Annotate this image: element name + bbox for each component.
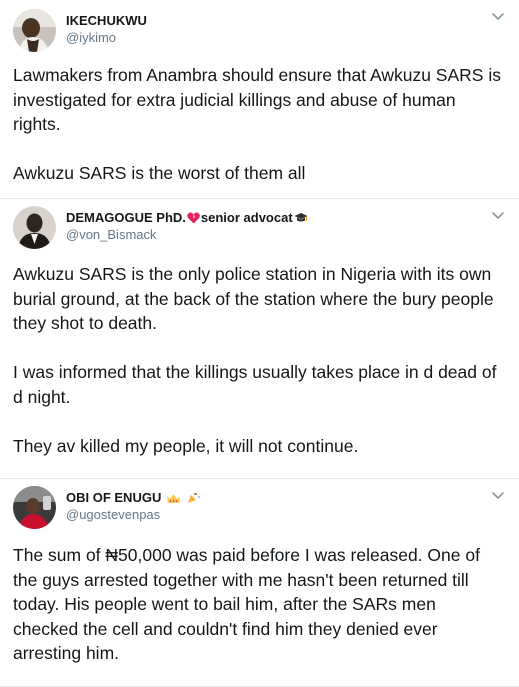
display-name-suffix: senior advocat xyxy=(200,210,293,225)
tweet-paragraph: Awkuzu SARS is the only police station i… xyxy=(13,264,494,333)
handle[interactable]: @iykimo xyxy=(66,29,147,46)
tweet-paragraph: Lawmakers from Anambra should ensure tha… xyxy=(13,65,501,134)
avatar[interactable] xyxy=(13,206,56,249)
tweet-2: DEMAGOGUE PhD. senior advocat @von_Bisma… xyxy=(0,199,519,479)
display-name-text: OBI OF ENUGU xyxy=(66,490,162,505)
graduation-cap-icon xyxy=(294,213,308,222)
chevron-down-icon[interactable] xyxy=(491,12,505,22)
display-name[interactable]: DEMAGOGUE PhD. senior advocat xyxy=(66,209,309,226)
tweet-paragraph: They av killed my people, it will not co… xyxy=(13,435,359,456)
chevron-down-icon[interactable] xyxy=(491,211,505,221)
chevron-down-icon[interactable] xyxy=(491,491,505,501)
handle[interactable]: @von_Bismack xyxy=(66,226,309,243)
party-popper-icon xyxy=(187,492,200,503)
tweet-3: OBI OF ENUGU @ugostevenpas The sum of ₦5… xyxy=(0,479,519,687)
display-name[interactable]: IKECHUKWU xyxy=(66,12,147,29)
tweet-1: IKECHUKWU @iykimo Lawmakers from Anambra… xyxy=(0,0,519,199)
tweet-text: The sum of ₦50,000 was paid before I was… xyxy=(13,543,505,666)
crown-icon xyxy=(166,494,180,503)
handle[interactable]: @ugostevenpas xyxy=(66,506,201,523)
tweet-paragraph: I was informed that the killings usually… xyxy=(13,362,497,407)
display-name[interactable]: OBI OF ENUGU xyxy=(66,489,201,506)
tweet-text: Lawmakers from Anambra should ensure tha… xyxy=(13,63,505,186)
tweet-text: Awkuzu SARS is the only police station i… xyxy=(13,262,505,458)
broken-heart-icon xyxy=(187,212,200,224)
avatar[interactable] xyxy=(13,9,56,52)
tweet-paragraph: Awkuzu SARS is the worst of them all xyxy=(13,163,306,183)
avatar[interactable] xyxy=(13,486,56,529)
tweet-header: DEMAGOGUE PhD. senior advocat @von_Bisma… xyxy=(13,206,309,249)
tweet-header: IKECHUKWU @iykimo xyxy=(13,9,147,52)
display-name-text: DEMAGOGUE PhD. xyxy=(66,210,186,225)
tweet-header: OBI OF ENUGU @ugostevenpas xyxy=(13,486,201,529)
tweet-paragraph: The sum of ₦50,000 was paid before I was… xyxy=(13,545,480,663)
